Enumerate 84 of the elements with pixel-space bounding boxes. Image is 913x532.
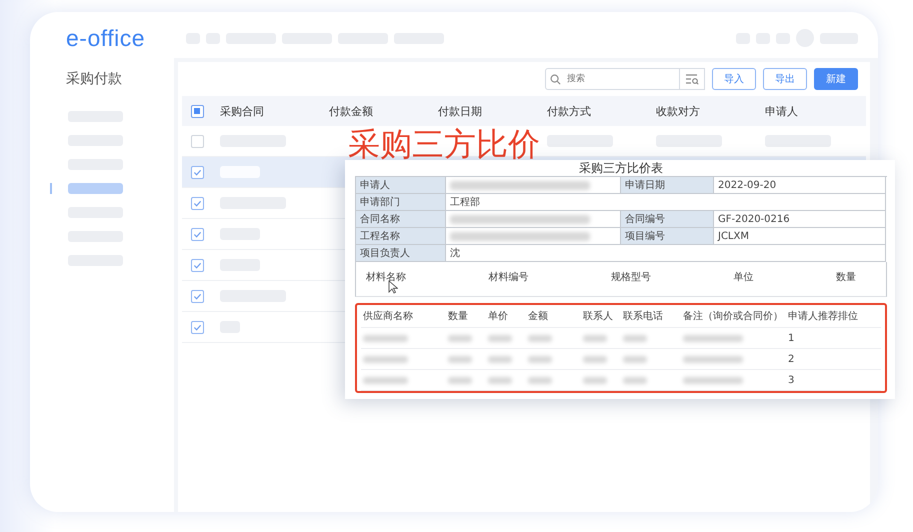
- redacted-text: [683, 334, 743, 342]
- check-icon: [192, 292, 202, 300]
- field-label: 项目负责人: [356, 245, 446, 262]
- rank-value: 2: [788, 354, 794, 364]
- redacted-text: [363, 334, 408, 342]
- redacted-text: [683, 356, 743, 362]
- redacted-text: [488, 334, 512, 342]
- form-title: 采购三方比价表: [579, 160, 663, 176]
- redacted-text: [448, 376, 472, 384]
- redacted-text: [528, 376, 552, 384]
- select-all-checkbox[interactable]: [190, 104, 204, 118]
- column-header: 材料编号: [488, 270, 528, 284]
- row-checkbox[interactable]: [190, 134, 204, 148]
- row-selection-cell[interactable]: [182, 157, 212, 187]
- filter-icon: [685, 73, 699, 85]
- column-header[interactable]: 付款方式: [539, 104, 648, 118]
- column-header: 规格型号: [611, 270, 651, 284]
- column-header: 供应商名称: [362, 310, 414, 323]
- field-value: 沈: [450, 246, 460, 260]
- redacted-text: [623, 334, 647, 342]
- redacted-text: [623, 376, 647, 384]
- row-checkbox[interactable]: [190, 290, 204, 302]
- column-header[interactable]: 收款对方: [648, 104, 757, 118]
- app-logo: e-office: [66, 24, 146, 52]
- field-label: 申请部门: [356, 194, 446, 211]
- column-header[interactable]: 采购合同: [212, 104, 321, 118]
- column-header: 联系电话: [622, 310, 664, 323]
- check-icon: [192, 198, 202, 208]
- search-icon: [550, 74, 561, 85]
- field-value: GF-2020-0216: [718, 214, 790, 224]
- check-icon: [192, 260, 202, 270]
- row-checkbox[interactable]: [190, 320, 204, 334]
- field-label: 合同编号: [621, 211, 714, 228]
- toolbar-button[interactable]: 导入: [712, 68, 756, 90]
- column-header: 材料名称: [366, 270, 406, 284]
- field-value: 2022-09-20: [718, 180, 776, 190]
- redacted-text: [363, 356, 408, 362]
- redacted-text: [528, 356, 552, 362]
- column-header[interactable]: 付款日期: [430, 104, 539, 118]
- rank-value: 3: [788, 374, 794, 386]
- redacted-text: [488, 356, 512, 362]
- sidebar-title: 采购付款: [65, 70, 123, 88]
- row-checkbox[interactable]: [190, 228, 204, 240]
- toolbar-button[interactable]: 导出: [763, 68, 807, 90]
- column-header: 备注（询价或合同价）: [682, 310, 784, 323]
- active-marker: [50, 182, 52, 194]
- check-icon: [192, 230, 202, 238]
- column-header: 联系人: [582, 310, 614, 323]
- check-icon: [192, 322, 202, 332]
- row-checkbox[interactable]: [190, 166, 204, 178]
- column-header: 数量: [447, 310, 469, 323]
- redacted-text: [623, 356, 647, 362]
- sidebar-item[interactable]: [68, 182, 123, 194]
- field-value: JCLXM: [718, 230, 749, 242]
- field-label: 工程名称: [356, 228, 446, 245]
- field-label: 申请日期: [621, 177, 714, 194]
- filter-button[interactable]: [680, 68, 705, 90]
- redacted-text: [583, 334, 607, 342]
- column-header: 单价: [487, 310, 509, 323]
- rank-value: 1: [788, 332, 794, 344]
- overlay-caption: 采购三方比价: [348, 128, 540, 160]
- field-label: 合同名称: [356, 211, 446, 228]
- redacted-text: [683, 376, 743, 384]
- search-field[interactable]: 搜索: [545, 68, 680, 90]
- redacted-text: [363, 376, 408, 384]
- field-label: 项目编号: [621, 228, 714, 245]
- column-header: 申请人推荐排位: [787, 310, 859, 323]
- field-value: 工程部: [450, 196, 480, 209]
- redacted-text: [488, 376, 512, 384]
- column-header: 金额: [527, 310, 549, 323]
- field-label: 申请人: [356, 177, 446, 194]
- column-header: 数量: [836, 271, 856, 284]
- redacted-text: [583, 356, 607, 362]
- redacted-text: [448, 356, 472, 362]
- row-checkbox[interactable]: [190, 196, 204, 210]
- check-icon: [192, 168, 202, 176]
- redacted-text: [583, 376, 607, 384]
- column-header[interactable]: 付款金额: [321, 104, 430, 118]
- redacted-text: [448, 334, 472, 342]
- row-checkbox[interactable]: [190, 258, 204, 272]
- column-header: 单位: [734, 270, 754, 284]
- cursor-icon: [388, 280, 398, 294]
- column-header[interactable]: 申请人: [757, 104, 866, 118]
- redacted-text: [528, 334, 552, 342]
